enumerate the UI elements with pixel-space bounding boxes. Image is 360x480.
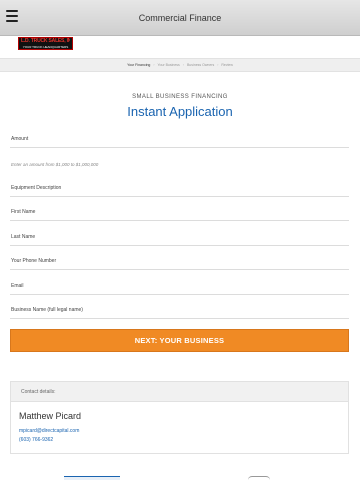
dealer-logo: L.D. TRUCK SALES, INC. YOUR TRUCK HEADQU…: [18, 37, 73, 50]
first-name-label: First Name: [11, 209, 36, 215]
step-business-owners: Business Owners: [186, 63, 215, 67]
section-kicker: SMALL BUSINESS FINANCING: [132, 94, 228, 100]
app-header: Commercial Finance: [0, 0, 360, 36]
phone-label: Your Phone Number: [11, 258, 57, 264]
equipment-description-label: Equipment Description: [11, 185, 62, 191]
step-review: Review: [221, 63, 233, 67]
partner-seal: [248, 476, 270, 480]
step-your-business: Your Business: [157, 63, 180, 67]
step-your-financing: Your Financing: [127, 63, 151, 67]
last-name-label: Last Name: [11, 234, 36, 240]
email-field[interactable]: Email: [10, 281, 349, 295]
first-name-field[interactable]: First Name: [10, 207, 349, 221]
last-name-field[interactable]: Last Name: [10, 232, 349, 246]
equipment-description-field[interactable]: Equipment Description: [10, 183, 349, 197]
amount-label: Amount: [11, 136, 29, 142]
next-your-business-button[interactable]: NEXT: YOUR BUSINESS: [10, 329, 349, 352]
contact-header: Contact details:: [11, 382, 348, 402]
contact-phone-link[interactable]: (603) 766-9362: [19, 437, 53, 443]
step-separator: ›: [217, 63, 219, 67]
email-label: Email: [11, 283, 24, 289]
contact-name: Matthew Picard: [19, 411, 82, 421]
contact-card: Contact details: Matthew Picard mpicard@…: [10, 381, 349, 454]
amount-field[interactable]: Amount: [10, 134, 349, 148]
page-title: Commercial Finance: [138, 13, 222, 23]
form-heading: Instant Application: [127, 104, 233, 119]
partner-badge: [64, 476, 120, 480]
step-separator: ›: [182, 63, 184, 67]
logo-text: L.D. TRUCK SALES, INC.: [21, 38, 70, 44]
phone-field[interactable]: Your Phone Number: [10, 256, 349, 270]
business-name-label: Business Name (full legal name): [11, 307, 83, 313]
logo-row: L.D. TRUCK SALES, INC. YOUR TRUCK HEADQU…: [0, 36, 360, 58]
step-separator: ›: [153, 63, 155, 67]
contact-email-link[interactable]: mpicard@directcapital.com: [19, 428, 79, 434]
business-name-field[interactable]: Business Name (full legal name): [10, 305, 349, 319]
logo-tagline: YOUR TRUCK HEADQUARTERS: [22, 45, 69, 49]
amount-hint: Enter an amount from $1,000 to $1,000,00…: [11, 162, 99, 167]
step-breadcrumb: Your Financing › Your Business › Business Ow…: [0, 58, 360, 72]
